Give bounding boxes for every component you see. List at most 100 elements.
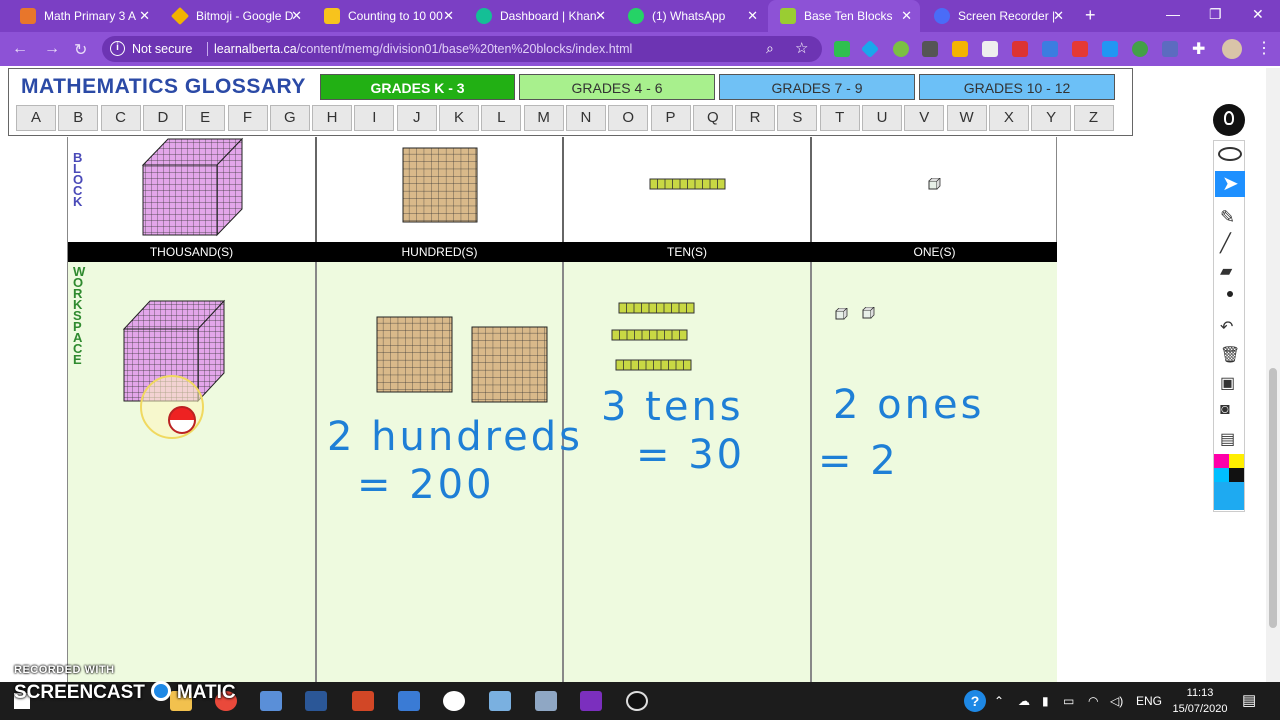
camera-app-icon[interactable] — [535, 691, 557, 711]
puzzle-icon[interactable]: ✚ — [1192, 39, 1205, 59]
letter-l-button[interactable]: L — [481, 105, 522, 131]
pen-app-icon[interactable] — [443, 691, 465, 711]
bookmark-star-icon[interactable]: ☆ — [795, 39, 808, 57]
extension-icon[interactable] — [1042, 41, 1058, 57]
close-tab-icon[interactable]: ✕ — [291, 8, 302, 24]
close-tab-icon[interactable]: ✕ — [1053, 8, 1064, 24]
extension-icon[interactable] — [1012, 41, 1028, 57]
close-tab-icon[interactable]: ✕ — [595, 8, 606, 24]
menu-icon[interactable]: ⋮ — [1256, 38, 1272, 58]
pen-icon[interactable]: ✎ — [1220, 207, 1240, 227]
letter-w-button[interactable]: W — [946, 105, 987, 131]
tab-counting[interactable]: Counting to 10 00 ✕ — [312, 0, 462, 32]
extension-icon[interactable] — [834, 41, 850, 57]
grades-10-12-button[interactable]: GRADES 10 - 12 — [919, 74, 1115, 100]
ten-rod-source[interactable] — [649, 178, 727, 191]
eye-icon[interactable] — [1218, 147, 1242, 161]
cloud-icon[interactable]: ☁ — [1018, 694, 1030, 708]
notification-icon[interactable]: ▤ — [1242, 691, 1256, 709]
one-cube[interactable] — [835, 308, 848, 320]
letter-i-button[interactable]: I — [354, 105, 395, 131]
letter-o-button[interactable]: O — [608, 105, 649, 131]
new-tab-icon[interactable]: + — [1085, 5, 1096, 26]
letter-n-button[interactable]: N — [565, 105, 606, 131]
letter-s-button[interactable]: S — [777, 105, 818, 131]
undo-icon[interactable]: ↶ — [1220, 317, 1240, 337]
color-swatch[interactable] — [1214, 454, 1229, 468]
tab-whatsapp[interactable]: (1) WhatsApp ✕ — [616, 0, 766, 32]
scrollbar-thumb[interactable] — [1269, 368, 1277, 628]
letter-d-button[interactable]: D — [142, 105, 183, 131]
one-cube[interactable] — [862, 307, 875, 319]
calculator-icon[interactable] — [398, 691, 420, 711]
hundred-flat[interactable] — [376, 316, 454, 394]
letter-x-button[interactable]: X — [988, 105, 1029, 131]
letter-j-button[interactable]: J — [396, 105, 437, 131]
pen-tool-logo-icon[interactable] — [1213, 104, 1245, 136]
url-field[interactable]: i Not secure learnalberta.ca/content/mem… — [102, 36, 822, 62]
letter-b-button[interactable]: B — [58, 105, 99, 131]
letter-m-button[interactable]: M — [523, 105, 564, 131]
letter-u-button[interactable]: U — [862, 105, 902, 131]
grades-7-9-button[interactable]: GRADES 7 - 9 — [719, 74, 915, 100]
screen-icon[interactable]: ▣ — [1220, 373, 1240, 393]
color-swatch[interactable] — [1214, 468, 1229, 482]
close-tab-icon[interactable]: ✕ — [901, 8, 912, 24]
back-icon[interactable]: ← — [12, 40, 28, 58]
ten-rod[interactable] — [618, 302, 696, 315]
extension-icon[interactable] — [893, 41, 909, 57]
tab-screen-recorder[interactable]: Screen Recorder | ✕ — [922, 0, 1072, 32]
close-tab-icon[interactable]: ✕ — [139, 8, 150, 24]
maximize-icon[interactable]: ❐ — [1209, 6, 1222, 23]
close-tab-icon[interactable]: ✕ — [443, 8, 454, 24]
letter-v-button[interactable]: V — [904, 105, 945, 131]
extension-icon[interactable] — [1102, 41, 1118, 57]
system-clock[interactable]: 11:13 15/07/2020 — [1170, 685, 1230, 717]
line-icon[interactable]: ╱ — [1220, 233, 1240, 253]
letter-z-button[interactable]: Z — [1073, 105, 1114, 131]
letter-g-button[interactable]: G — [269, 105, 310, 131]
close-window-icon[interactable]: ✕ — [1252, 6, 1264, 23]
tab-base-ten-blocks[interactable]: Base Ten Blocks ✕ — [768, 0, 920, 32]
ten-rod[interactable] — [615, 359, 693, 372]
tab-khan[interactable]: Dashboard | Khan ✕ — [464, 0, 614, 32]
eraser-icon[interactable]: ▰ — [1220, 261, 1240, 281]
clipboard-icon[interactable]: ▤ — [1220, 429, 1240, 449]
minimize-icon[interactable]: — — [1166, 6, 1180, 22]
app-icon[interactable] — [260, 691, 282, 711]
drive-extension-icon[interactable] — [952, 41, 968, 57]
letter-t-button[interactable]: T — [819, 105, 860, 131]
zoom-icon[interactable]: ⌕ — [766, 40, 774, 57]
battery-icon[interactable]: ▭ — [1063, 694, 1074, 708]
powerpoint-icon[interactable] — [352, 691, 374, 711]
extension-icon[interactable] — [1162, 41, 1178, 57]
close-tab-icon[interactable]: ✕ — [747, 8, 758, 24]
forward-icon[interactable]: → — [44, 40, 60, 58]
letter-k-button[interactable]: K — [439, 105, 479, 131]
info-icon[interactable]: i — [110, 41, 125, 56]
color-swatch[interactable] — [1229, 468, 1244, 482]
ten-rod[interactable] — [611, 329, 689, 342]
grades-k-3-button[interactable]: GRADES K - 3 — [320, 74, 515, 100]
extension-icon[interactable] — [1132, 41, 1148, 57]
color-palette[interactable] — [1214, 454, 1244, 510]
recorder-app-icon[interactable] — [626, 691, 648, 711]
letter-f-button[interactable]: F — [227, 105, 268, 131]
letter-y-button[interactable]: Y — [1031, 105, 1072, 131]
extension-icon[interactable] — [1072, 41, 1088, 57]
pointer-icon[interactable]: ➤ — [1215, 171, 1245, 197]
camera-icon[interactable]: ◙ — [1220, 401, 1240, 421]
letter-e-button[interactable]: E — [185, 105, 226, 131]
letter-a-button[interactable]: A — [16, 105, 56, 131]
chevron-up-icon[interactable]: ⌃ — [994, 694, 1004, 708]
snip-icon[interactable] — [489, 691, 511, 711]
brush-size-icon[interactable] — [1227, 291, 1233, 297]
one-cube-source[interactable] — [928, 178, 941, 190]
hundred-flat[interactable] — [471, 326, 549, 404]
avatar[interactable] — [1222, 39, 1242, 59]
word-icon[interactable] — [305, 691, 327, 711]
letter-p-button[interactable]: P — [650, 105, 691, 131]
onenote-icon[interactable] — [580, 691, 602, 711]
color-swatch[interactable] — [1214, 482, 1244, 510]
grades-4-6-button[interactable]: GRADES 4 - 6 — [519, 74, 715, 100]
